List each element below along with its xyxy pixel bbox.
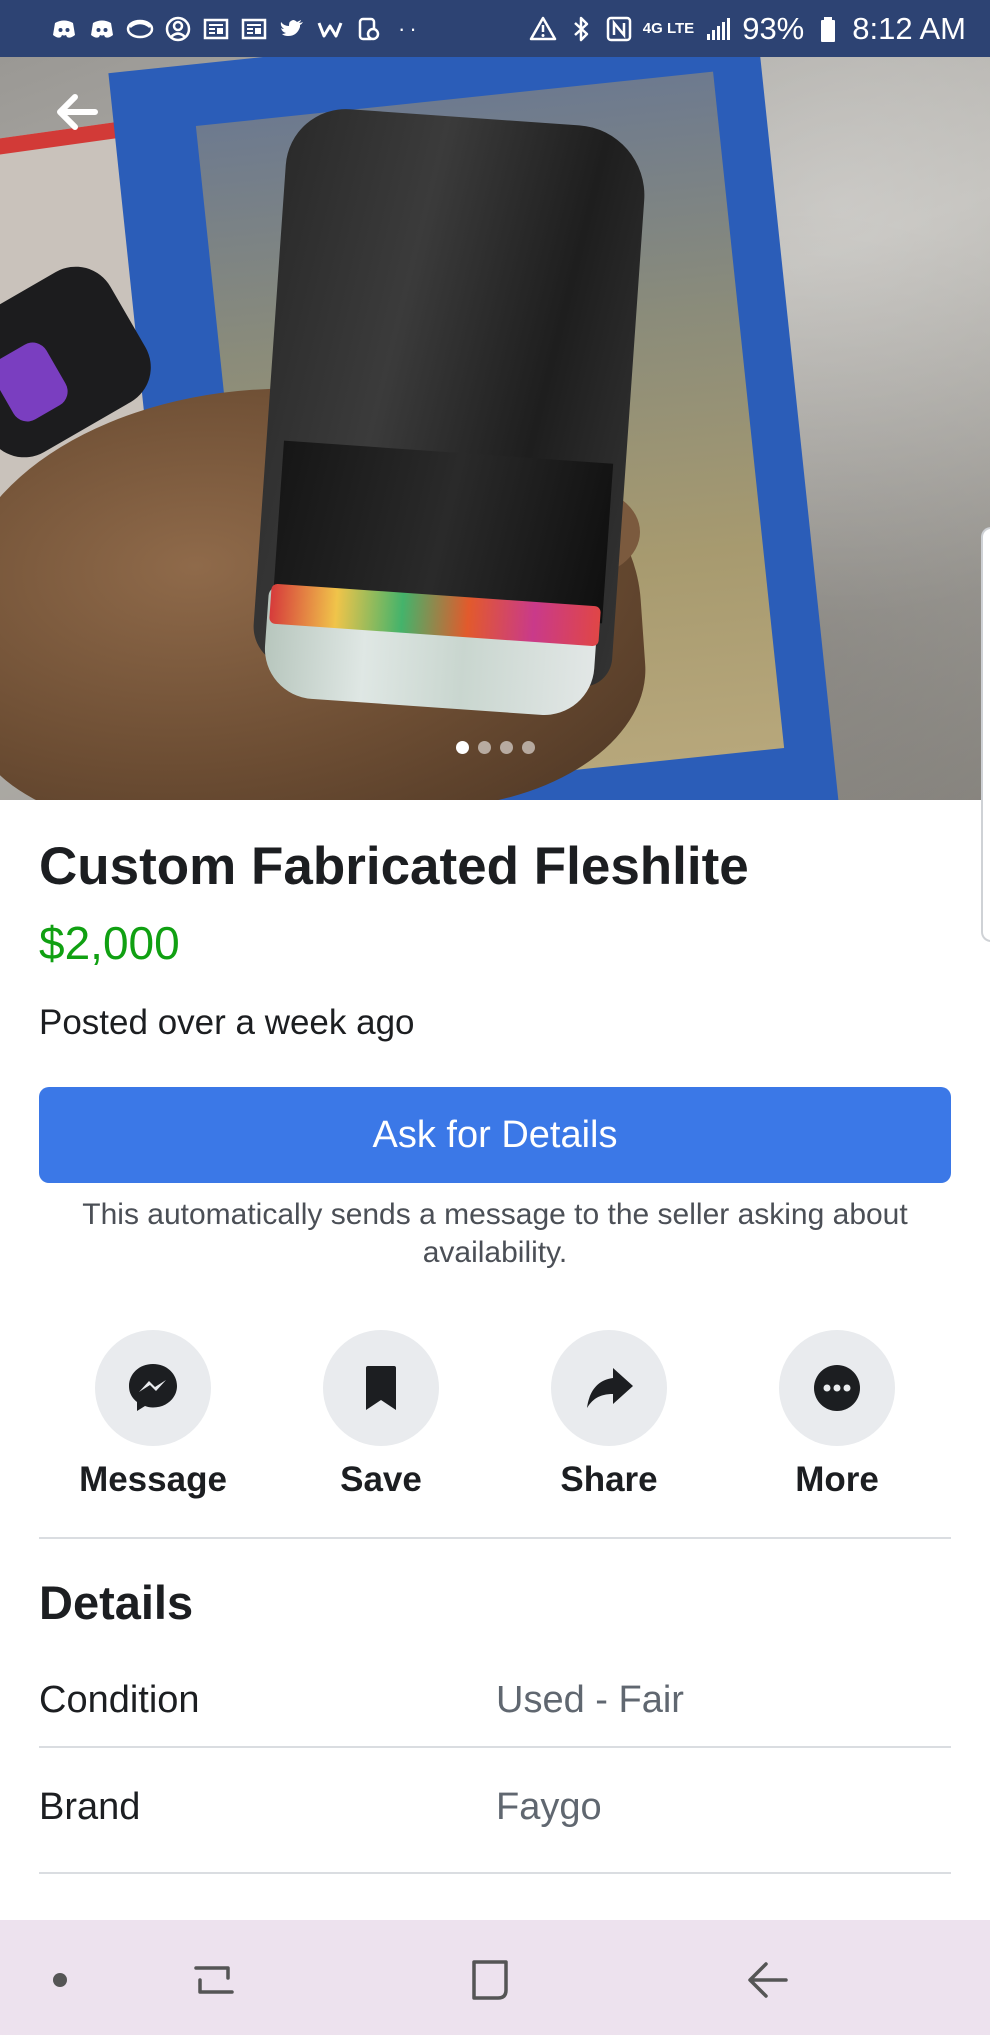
more-button[interactable] (779, 1330, 895, 1446)
message-button[interactable] (95, 1330, 211, 1446)
save-action[interactable]: Save (281, 1330, 481, 1500)
recents-button[interactable] (184, 1950, 244, 2010)
share-button[interactable] (551, 1330, 667, 1446)
message-action[interactable]: Message (53, 1330, 253, 1500)
row-divider (39, 1746, 951, 1748)
save-label: Save (340, 1460, 422, 1499)
nfc-icon (605, 15, 633, 43)
ask-for-details-note: This automatically sends a message to th… (82, 1198, 908, 1269)
share-arrow-icon (587, 1368, 633, 1408)
account-icon (164, 15, 192, 43)
status-bar-system: 4G LTE 93% 8:12 AM (529, 11, 966, 47)
network-type: 4G LTE (642, 20, 695, 37)
detail-key: Condition (39, 1679, 200, 1721)
share-label: Share (560, 1460, 658, 1499)
pager-dot[interactable] (499, 741, 513, 754)
section-divider (39, 1537, 951, 1539)
message-label: Message (79, 1460, 227, 1499)
more-notifications-indicator: ·· (398, 15, 421, 41)
discord-icon (88, 15, 116, 43)
listing-posted-time: Posted over a week ago (39, 1003, 415, 1042)
home-square-icon (472, 1960, 508, 2000)
system-nav-bar (0, 1920, 990, 2035)
battery-percent: 93% (742, 10, 805, 46)
alert-icon (529, 15, 557, 43)
clipboard-icon (354, 15, 382, 43)
back-button[interactable] (50, 90, 104, 134)
ask-for-details-button[interactable]: Ask for Details (39, 1087, 951, 1183)
bluetooth-icon (567, 15, 595, 43)
action-row: Message Save Share More (39, 1330, 951, 1510)
clock: 8:12 AM (852, 10, 966, 46)
more-dots-icon (814, 1365, 860, 1411)
listing-title: Custom Fabricated Fleshlite (39, 837, 749, 896)
share-action[interactable]: Share (509, 1330, 709, 1500)
listing-photo[interactable] (0, 57, 990, 800)
listing-price: $2,000 (39, 917, 180, 969)
discord-icon (50, 15, 78, 43)
more-label: More (795, 1460, 879, 1499)
photo-pager[interactable] (0, 741, 990, 754)
detail-row-brand: Brand Faygo (39, 1764, 951, 1871)
status-bar-notifications: ·· (50, 15, 421, 43)
pager-dot[interactable] (521, 741, 535, 754)
battery-icon (814, 15, 842, 43)
w-app-icon (316, 15, 344, 43)
row-divider (39, 1872, 951, 1874)
dot-icon (53, 1973, 67, 1987)
back-nav-icon (748, 1962, 788, 1998)
sync-icon (126, 15, 154, 43)
home-button[interactable] (460, 1950, 520, 2010)
detail-value: Faygo (496, 1786, 602, 1828)
more-action[interactable]: More (737, 1330, 937, 1500)
edge-panel-handle[interactable] (981, 527, 990, 942)
save-button[interactable] (323, 1330, 439, 1446)
back-arrow-icon (57, 94, 98, 130)
news-icon (240, 15, 268, 43)
detail-value: Used - Fair (496, 1679, 684, 1721)
pager-dot[interactable] (477, 741, 491, 754)
status-bar: ·· 4G LTE 93% 8:12 AM (0, 0, 990, 57)
back-nav-button[interactable] (738, 1950, 798, 2010)
pager-dot-active[interactable] (455, 741, 469, 754)
signal-icon (704, 15, 732, 43)
messenger-icon (129, 1364, 177, 1411)
recents-icon (194, 1966, 234, 1994)
twitter-icon (278, 15, 306, 43)
details-heading: Details (39, 1576, 194, 1629)
nav-dot[interactable] (30, 1950, 90, 2010)
bookmark-icon (366, 1366, 396, 1410)
detail-key: Brand (39, 1786, 141, 1828)
news-icon (202, 15, 230, 43)
